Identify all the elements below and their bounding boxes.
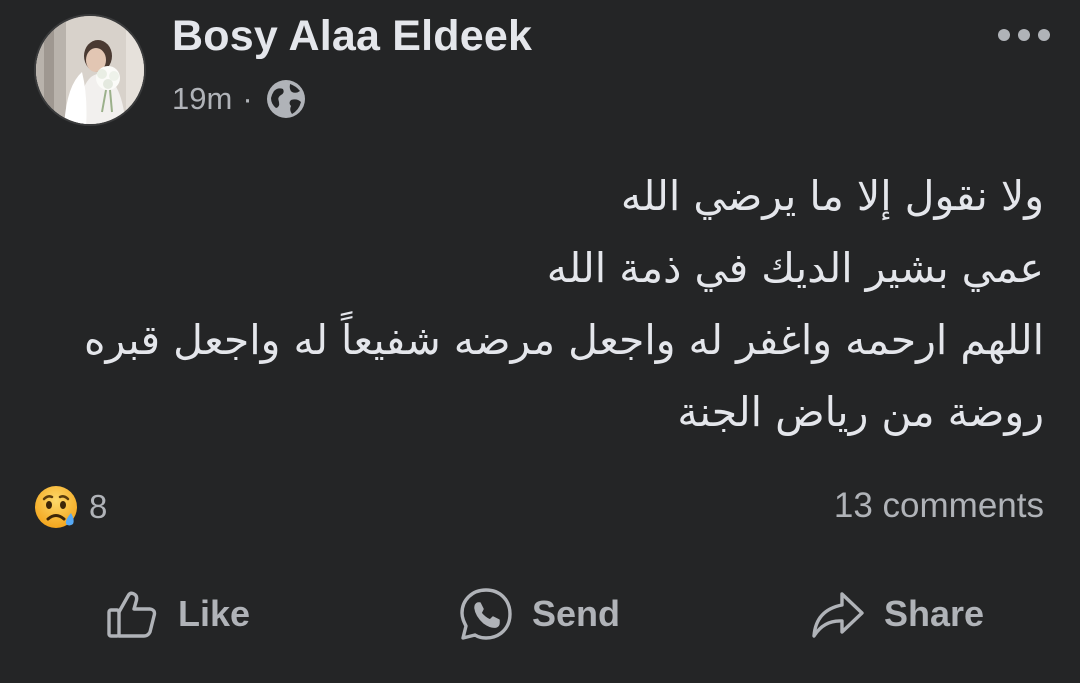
send-label: Send xyxy=(532,593,621,634)
post-text: ولا نقول إلا ما يرضي الله عمي بشير الديك… xyxy=(44,160,1044,448)
messenger-send-icon xyxy=(458,586,514,642)
reaction-count: 8 xyxy=(89,488,108,525)
author-name[interactable]: Bosy Alaa Eldeek xyxy=(172,12,532,61)
post-text-line: اللهم ارحمه واغفر له واجعل مرضه شفيعاً ل… xyxy=(83,316,1044,364)
action-bar: Like Send Share xyxy=(0,582,1080,646)
post-card: Bosy Alaa Eldeek 19m · ولا نقول إلا ما ي… xyxy=(0,0,1080,683)
post-text-line: روضة من رياض الجنة xyxy=(677,388,1044,436)
meta-separator: · xyxy=(242,81,253,116)
more-options-icon[interactable] xyxy=(998,22,1050,48)
sad-reaction-icon xyxy=(33,483,81,531)
profile-photo xyxy=(36,16,144,124)
send-button[interactable]: Send xyxy=(458,582,620,646)
more-dot xyxy=(998,29,1010,41)
more-dot xyxy=(1038,29,1050,41)
post-text-line: عمي بشير الديك في ذمة الله xyxy=(546,244,1044,292)
comments-count[interactable]: 13 comments xyxy=(834,486,1044,526)
post-text-line: ولا نقول إلا ما يرضي الله xyxy=(620,172,1044,220)
share-label: Share xyxy=(884,593,985,634)
thumbs-up-icon xyxy=(104,586,160,642)
globe-icon[interactable] xyxy=(265,78,307,120)
author-avatar[interactable] xyxy=(34,14,146,126)
reactions-summary[interactable]: 8 xyxy=(33,482,107,532)
like-label: Like xyxy=(178,593,251,634)
like-button[interactable]: Like xyxy=(104,582,250,646)
share-button[interactable]: Share xyxy=(810,582,984,646)
more-dot xyxy=(1018,29,1030,41)
share-arrow-icon xyxy=(810,586,866,642)
post-meta: 19m · xyxy=(172,78,307,120)
post-time[interactable]: 19m xyxy=(172,81,232,117)
